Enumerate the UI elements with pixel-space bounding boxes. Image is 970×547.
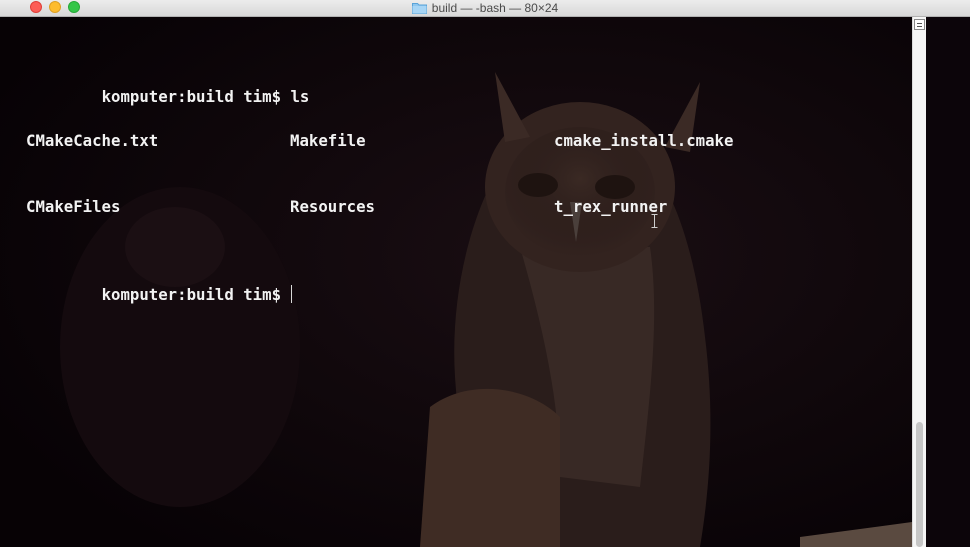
terminal-content[interactable]: komputer:build tim$ ls CMakeCache.txt Ma… <box>0 17 912 547</box>
folder-icon <box>411 2 427 14</box>
file-entry: CMakeCache.txt <box>26 131 159 150</box>
scroll-options-button[interactable] <box>914 19 925 30</box>
ls-output-row: CMakeCache.txt Makefile cmake_install.cm… <box>26 130 733 152</box>
scrollbar-thumb[interactable] <box>916 422 923 547</box>
window-edge <box>926 17 970 547</box>
window-title: build — -bash — 80×24 <box>431 1 559 15</box>
command-text: komputer:build tim$ ls <box>101 87 310 106</box>
terminal-text: komputer:build tim$ ls CMakeCache.txt Ma… <box>26 20 733 328</box>
title-bar[interactable]: build — -bash — 80×24 <box>0 0 970 17</box>
file-entry: cmake_install.cmake <box>554 131 734 150</box>
file-entry: Makefile <box>290 131 366 150</box>
directory-entry: CMakeFiles <box>26 197 121 216</box>
vertical-scrollbar[interactable] <box>912 17 926 547</box>
ls-output-row: CMakeFiles Resources t_rex_runner <box>26 196 667 218</box>
terminal-window: build — -bash — 80×24 komputer:build tim… <box>0 0 970 547</box>
prompt-text: komputer:build tim$ <box>101 285 282 304</box>
directory-entry: Resources <box>290 197 376 216</box>
text-cursor <box>291 285 293 303</box>
prompt-line: komputer:build tim$ ls <box>26 64 310 106</box>
window-title-group: build — -bash — 80×24 <box>0 0 970 16</box>
ibeam-cursor-icon <box>651 214 658 228</box>
prompt-line[interactable]: komputer:build tim$ <box>26 262 309 304</box>
